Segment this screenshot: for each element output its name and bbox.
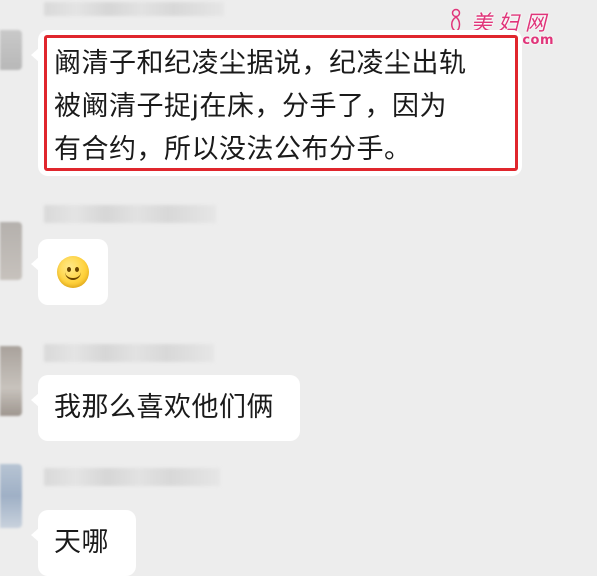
message-bubble[interactable]: 天哪 [31, 510, 136, 576]
sender-avatar [0, 222, 22, 280]
chat-screen: 美妇网 MF08.com 阚清子和纪凌尘据说，纪凌尘出轨 被阚清子捉j在床，分手… [0, 0, 597, 576]
sender-avatar [0, 346, 22, 416]
slight-smile-emoji-icon [57, 256, 89, 288]
sender-avatar [0, 464, 22, 528]
message-text: 我那么喜欢他们俩 [54, 392, 274, 423]
blurred-sender-name [44, 2, 224, 16]
blurred-sender-name [44, 205, 216, 223]
highlight-box [44, 35, 518, 171]
blurred-sender-name [44, 344, 214, 362]
message-bubble[interactable] [31, 239, 108, 305]
blurred-sender-name [44, 468, 220, 486]
message-text: 天哪 [54, 527, 109, 558]
message-bubble[interactable]: 我那么喜欢他们俩 [31, 375, 300, 441]
sender-avatar [0, 30, 22, 70]
